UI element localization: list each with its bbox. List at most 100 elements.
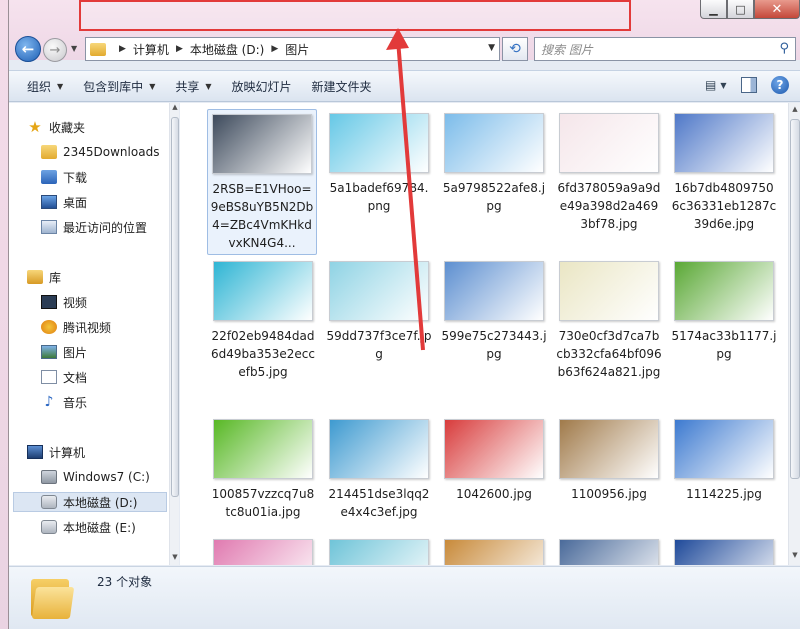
file-thumbnail bbox=[559, 261, 659, 321]
file-item[interactable]: 5a9798522afe8.jpg bbox=[439, 113, 549, 215]
file-thumbnail bbox=[559, 539, 659, 565]
content-scrollbar[interactable]: ▲ ▼ bbox=[788, 103, 800, 565]
scroll-down-icon[interactable]: ▼ bbox=[789, 551, 800, 563]
navigation-bar: ← → ▼ ▶ 计算机 ▶ 本地磁盘 (D:) ▶ 图片 ▼ ⟲ 搜索 图片 ⚲ bbox=[9, 34, 800, 64]
file-thumbnail bbox=[674, 113, 774, 173]
file-item[interactable]: 214451dse3lqq2e4x4c3ef.jpg bbox=[324, 419, 434, 521]
sidebar-item-documents[interactable]: 文档 bbox=[41, 367, 87, 387]
file-name: 730e0cf3d7ca7bcb332cfa64bf096b63f624a821… bbox=[556, 329, 662, 379]
scroll-up-icon[interactable]: ▲ bbox=[170, 103, 180, 115]
file-item[interactable] bbox=[439, 539, 549, 565]
sidebar-item-music[interactable]: ♪ 音乐 bbox=[41, 392, 87, 412]
maximize-button[interactable]: □ bbox=[727, 0, 754, 19]
sidebar-item-2345downloads[interactable]: 2345Downloads bbox=[41, 142, 169, 162]
file-item[interactable]: 5174ac33b1177.jpg bbox=[669, 261, 779, 363]
sidebar-item-libraries[interactable]: 库 bbox=[27, 267, 61, 287]
refresh-button[interactable]: ⟲ bbox=[502, 37, 528, 61]
star-icon: ★ bbox=[28, 118, 42, 136]
drive-d-icon bbox=[41, 495, 57, 509]
file-thumbnail bbox=[213, 419, 313, 479]
search-input[interactable]: 搜索 图片 ⚲ bbox=[534, 37, 796, 61]
share-menu[interactable]: 共享 ▼ bbox=[165, 78, 221, 95]
file-item[interactable]: 1100956.jpg bbox=[554, 419, 664, 503]
sidebar-item-drive-d[interactable]: 本地磁盘 (D:) bbox=[13, 492, 167, 512]
new-folder-button[interactable]: 新建文件夹 bbox=[302, 78, 382, 95]
chevron-down-icon: ▼ bbox=[720, 80, 727, 90]
slideshow-label: 放映幻灯片 bbox=[231, 79, 292, 94]
file-name: 59dd737f3ce7f.jpg bbox=[326, 329, 432, 361]
file-item[interactable]: 6fd378059a9a9de49a398d2a4693bf78.jpg bbox=[554, 113, 664, 233]
folder-icon bbox=[41, 145, 57, 159]
breadcrumb-computer[interactable]: 计算机 bbox=[133, 41, 169, 58]
include-in-library-menu[interactable]: 包含到库中 ▼ bbox=[73, 78, 165, 95]
sidebar-item-favorites[interactable]: ★ 收藏夹 bbox=[27, 117, 85, 137]
content-scroll-thumb[interactable] bbox=[790, 119, 800, 479]
file-item[interactable] bbox=[208, 539, 318, 565]
chevron-right-icon[interactable]: ▶ bbox=[271, 44, 278, 54]
breadcrumb-drive-d[interactable]: 本地磁盘 (D:) bbox=[190, 41, 264, 58]
file-name: 1042600.jpg bbox=[456, 487, 532, 501]
back-arrow-icon: ← bbox=[21, 40, 35, 58]
sidebar-item-videos[interactable]: 视频 bbox=[41, 292, 87, 312]
help-icon[interactable]: ? bbox=[771, 76, 789, 94]
sidebar-scrollbar[interactable]: ▲ ▼ bbox=[169, 103, 179, 565]
file-item[interactable] bbox=[669, 539, 779, 565]
sidebar-item-tencent-video[interactable]: 腾讯视频 bbox=[41, 317, 111, 337]
chevron-right-icon[interactable]: ▶ bbox=[176, 44, 183, 54]
documents-icon bbox=[41, 370, 57, 384]
file-item[interactable]: 5a1badef69784.png bbox=[324, 113, 434, 215]
file-item[interactable]: 100857vzzcq7u8tc8u01ia.jpg bbox=[208, 419, 318, 521]
file-name: 1114225.jpg bbox=[686, 487, 762, 501]
sidebar-item-computer[interactable]: 计算机 bbox=[27, 442, 85, 462]
window-controls: ▁ □ ✕ bbox=[700, 0, 800, 19]
file-thumbnail bbox=[213, 539, 313, 565]
file-item[interactable]: 16b7db48097506c36331eb1287c39d6e.jpg bbox=[669, 113, 779, 233]
minimize-button[interactable]: ▁ bbox=[700, 0, 727, 19]
sidebar-item-label: 最近访问的位置 bbox=[63, 220, 148, 235]
chevron-down-icon: ▼ bbox=[57, 81, 64, 91]
file-name: 1100956.jpg bbox=[571, 487, 647, 501]
file-item[interactable]: 22f02eb9484dad6d49ba353e2eccefb5.jpg bbox=[208, 261, 318, 381]
include-in-library-label: 包含到库中 bbox=[83, 79, 144, 94]
forward-button[interactable]: → bbox=[43, 38, 67, 62]
view-options-icon: ▤ bbox=[705, 78, 717, 92]
breadcrumb-pictures[interactable]: 图片 bbox=[285, 41, 309, 58]
file-item[interactable]: 59dd737f3ce7f.jpg bbox=[324, 261, 434, 363]
close-button[interactable]: ✕ bbox=[754, 0, 800, 19]
sidebar-item-label: 桌面 bbox=[63, 195, 88, 210]
file-item[interactable]: 1042600.jpg bbox=[439, 419, 549, 503]
sidebar-item-downloads[interactable]: 下载 bbox=[41, 167, 87, 187]
organize-menu[interactable]: 组织 ▼ bbox=[9, 78, 73, 95]
file-thumbnail bbox=[674, 419, 774, 479]
file-item[interactable]: 1114225.jpg bbox=[669, 419, 779, 503]
sidebar-item-pictures[interactable]: 图片 bbox=[41, 342, 87, 362]
sidebar-item-desktop[interactable]: 桌面 bbox=[41, 192, 87, 212]
address-bar[interactable]: ▶ 计算机 ▶ 本地磁盘 (D:) ▶ 图片 ▼ bbox=[85, 37, 500, 61]
change-view-button[interactable]: ▤ ▼ bbox=[705, 77, 727, 93]
file-list: 2RSB=E1VHoo=9eBS8uYB5N2Db4=ZBc4VmKHkdvxK… bbox=[180, 103, 788, 565]
refresh-icon: ⟲ bbox=[509, 41, 521, 57]
address-dropdown-icon[interactable]: ▼ bbox=[488, 43, 495, 53]
file-item[interactable]: 2RSB=E1VHoo=9eBS8uYB5N2Db4=ZBc4VmKHkdvxK… bbox=[207, 109, 317, 255]
scroll-down-icon[interactable]: ▼ bbox=[170, 553, 180, 565]
chevron-right-icon[interactable]: ▶ bbox=[119, 44, 126, 54]
sidebar-scroll-thumb[interactable] bbox=[171, 117, 179, 497]
scroll-up-icon[interactable]: ▲ bbox=[789, 105, 800, 117]
sidebar-item-recent-places[interactable]: 最近访问的位置 bbox=[41, 217, 147, 237]
slideshow-button[interactable]: 放映幻灯片 bbox=[222, 78, 302, 95]
drive-c-icon bbox=[41, 470, 57, 484]
file-item[interactable] bbox=[324, 539, 434, 565]
desktop-icon bbox=[41, 195, 57, 209]
file-item[interactable] bbox=[554, 539, 664, 565]
preview-pane-icon[interactable] bbox=[741, 77, 757, 93]
computer-icon bbox=[27, 445, 43, 459]
file-item[interactable]: 599e75c273443.jpg bbox=[439, 261, 549, 363]
search-icon[interactable]: ⚲ bbox=[779, 41, 789, 56]
recent-pages-dropdown[interactable]: ▼ bbox=[71, 44, 77, 53]
sidebar-item-drive-e[interactable]: 本地磁盘 (E:) bbox=[41, 517, 136, 537]
sidebar-item-drive-c[interactable]: Windows7 (C:) bbox=[41, 467, 150, 487]
file-item[interactable]: 730e0cf3d7ca7bcb332cfa64bf096b63f624a821… bbox=[554, 261, 664, 381]
back-button[interactable]: ← bbox=[15, 36, 41, 62]
file-name: 6fd378059a9a9de49a398d2a4693bf78.jpg bbox=[557, 181, 661, 231]
library-icon bbox=[27, 270, 43, 284]
